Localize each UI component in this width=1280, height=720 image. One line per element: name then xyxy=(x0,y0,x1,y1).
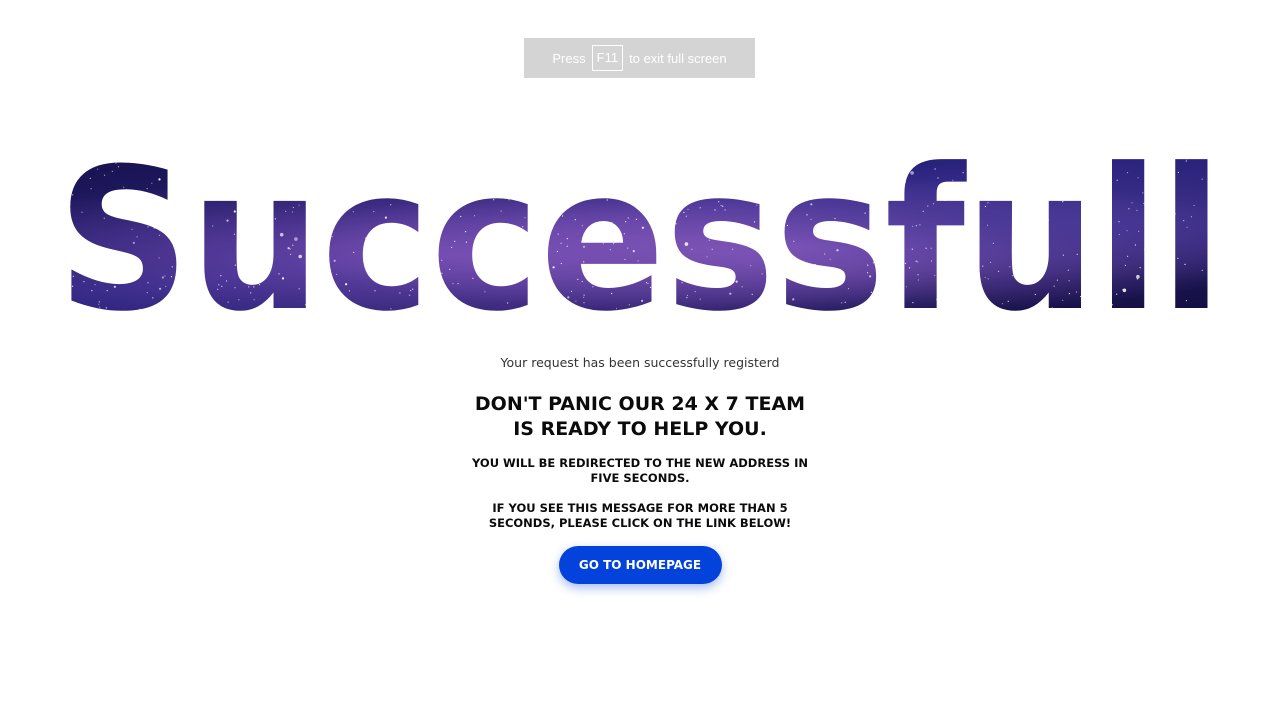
fallback-note: IF YOU SEE THIS MESSAGE FOR MORE THAN 5 … xyxy=(488,501,792,530)
fullscreen-notice-prefix: Press xyxy=(552,50,586,66)
success-subline: Your request has been successfully regis… xyxy=(500,355,780,370)
message-block: Your request has been successfully regis… xyxy=(340,352,940,584)
reassurance-headline: DON'T PANIC OUR 24 X 7 TEAM IS READY TO … xyxy=(474,393,806,440)
f11-key-badge: F11 xyxy=(591,45,624,71)
success-page: Press F11 to exit full screen Your reque… xyxy=(0,0,1280,720)
fullscreen-exit-notice: Press F11 to exit full screen xyxy=(524,38,755,78)
go-to-homepage-button[interactable]: GO TO HOMEPAGE xyxy=(558,546,722,584)
hero-title-graphic: Successfull xyxy=(57,150,1223,325)
fullscreen-notice-suffix: to exit full screen xyxy=(629,50,727,66)
redirect-note: YOU WILL BE REDIRECTED TO THE NEW ADDRES… xyxy=(472,456,808,485)
hero-title: Successfull xyxy=(0,150,1280,325)
